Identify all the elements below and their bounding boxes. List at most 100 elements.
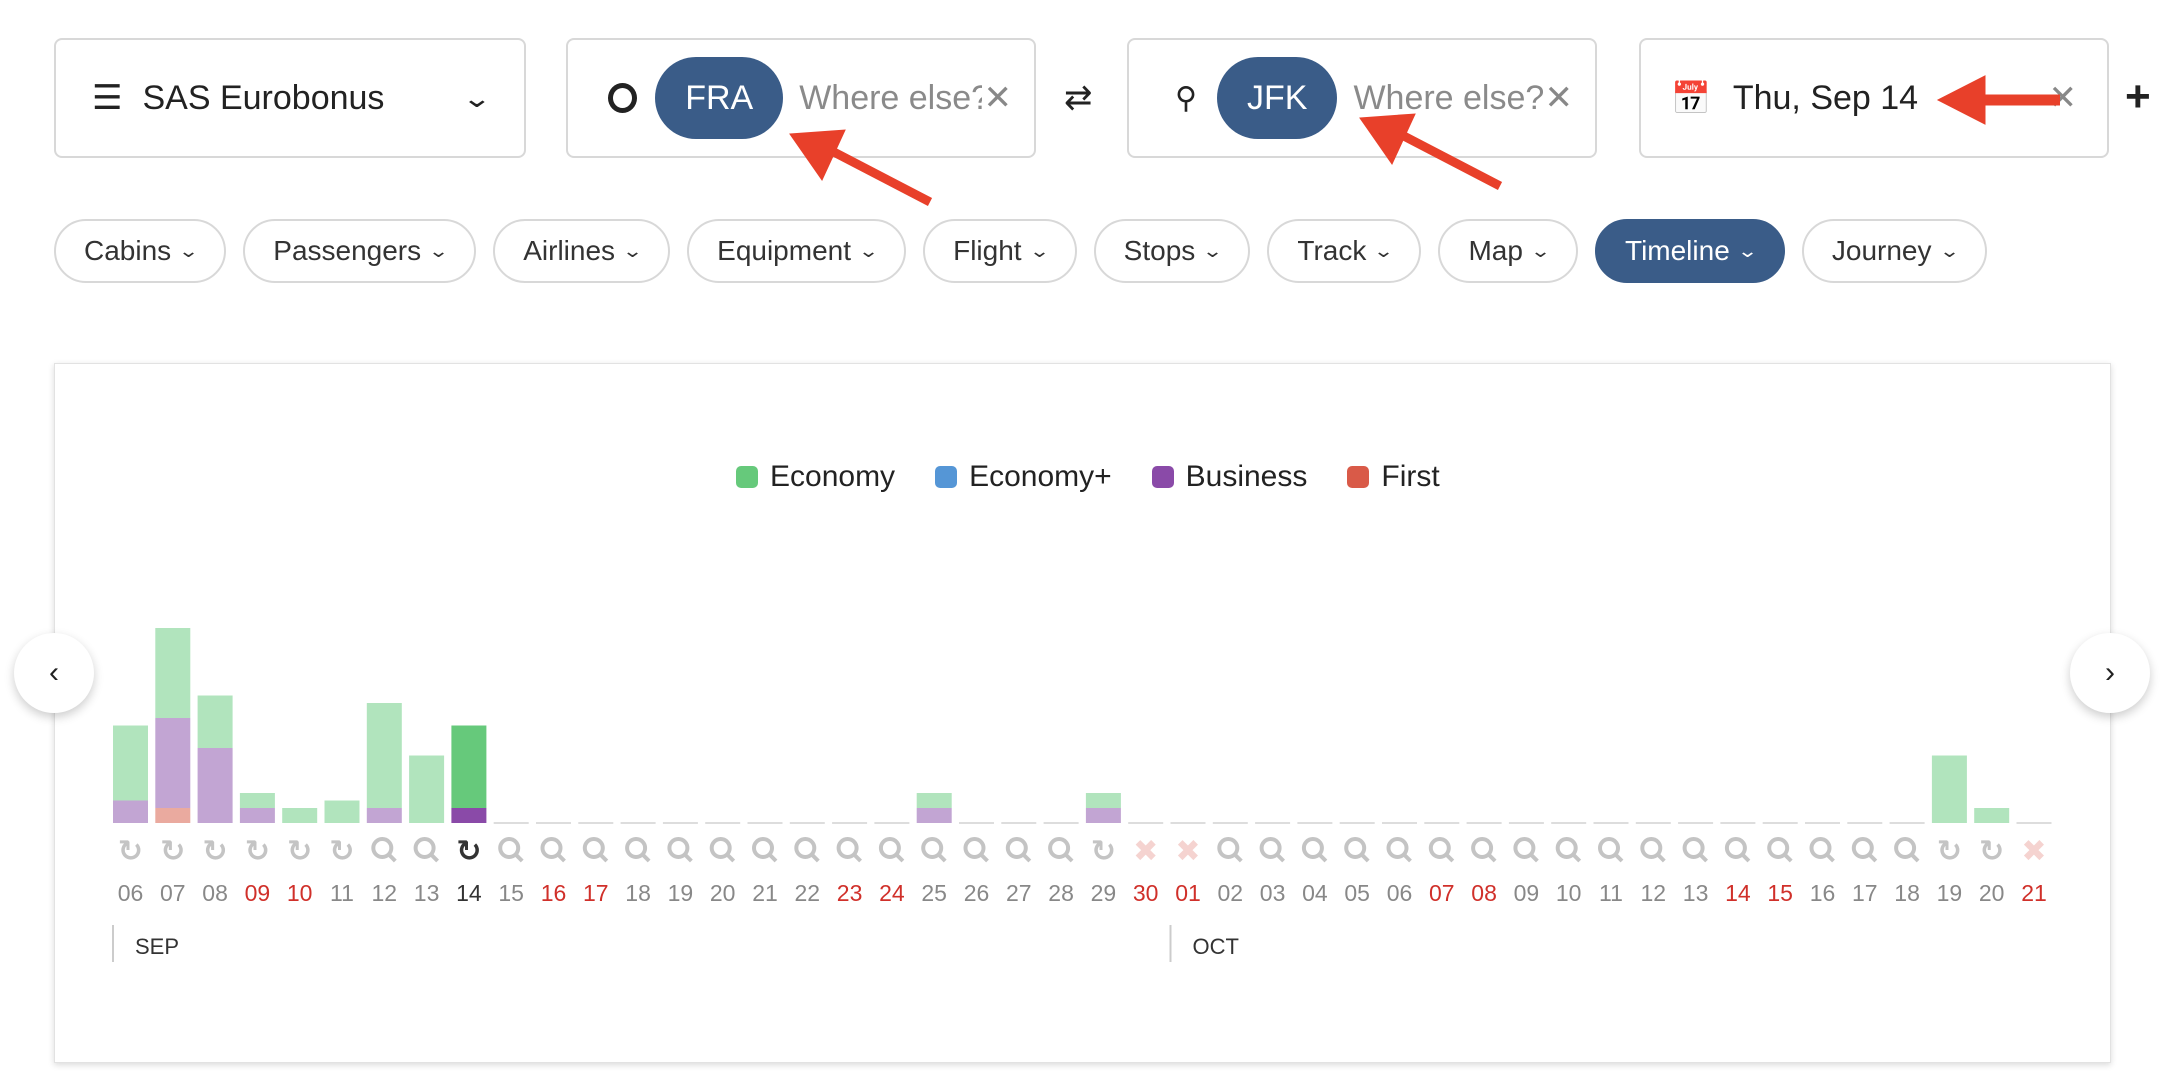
bar-business[interactable] — [239, 808, 275, 823]
day-label: 12 — [372, 880, 398, 906]
day-label: 19 — [1937, 880, 1963, 906]
search-icon[interactable] — [1555, 837, 1578, 859]
search-icon-handle — [726, 853, 736, 863]
search-icon-handle — [1868, 853, 1878, 863]
search-icon-handle — [1741, 853, 1751, 863]
day-label: 09 — [245, 880, 271, 906]
day-label: 11 — [1599, 880, 1623, 906]
search-icon[interactable] — [582, 837, 605, 859]
search-icon[interactable] — [1767, 837, 1790, 859]
search-icon[interactable] — [963, 837, 986, 859]
search-icon[interactable] — [1724, 837, 1747, 859]
search-icon[interactable] — [794, 837, 817, 859]
search-icon[interactable] — [1809, 837, 1832, 859]
bar-economy[interactable] — [282, 808, 318, 823]
search-icon[interactable] — [1386, 837, 1409, 859]
bar-economy[interactable] — [324, 800, 360, 824]
bar-economy[interactable] — [1085, 793, 1121, 808]
search-icon[interactable] — [1640, 837, 1663, 859]
day-label: 10 — [287, 880, 313, 906]
search-icon[interactable] — [1598, 837, 1620, 859]
refresh-icon[interactable]: ↻ — [287, 834, 312, 869]
search-icon-handle — [1487, 853, 1497, 863]
bar-economy[interactable] — [1974, 808, 2010, 823]
refresh-icon[interactable]: ↻ — [456, 834, 481, 869]
bar-economy[interactable] — [1931, 755, 1967, 824]
search-icon[interactable] — [752, 837, 774, 859]
unavailable-icon: ✖ — [1175, 834, 1200, 869]
search-icon[interactable] — [1851, 837, 1874, 859]
search-icon[interactable] — [625, 837, 648, 859]
refresh-icon[interactable]: ↻ — [1979, 834, 2004, 869]
day-label: 12 — [1641, 880, 1667, 906]
search-icon[interactable] — [878, 837, 901, 859]
bar-business[interactable] — [113, 800, 148, 824]
search-icon-handle — [1910, 853, 1920, 863]
search-icon[interactable] — [921, 837, 944, 859]
bar-business[interactable] — [451, 808, 487, 823]
refresh-icon[interactable]: ↻ — [1937, 834, 1962, 869]
bar-economy[interactable] — [409, 755, 445, 824]
search-icon-handle — [937, 853, 947, 863]
bar-business[interactable] — [1085, 808, 1121, 823]
bar-economy[interactable] — [239, 793, 275, 808]
bar-economy[interactable] — [451, 725, 487, 809]
annotation-arrows — [789, 75, 2060, 206]
search-icon-handle — [1826, 853, 1835, 863]
search-icon[interactable] — [1513, 837, 1536, 859]
refresh-icon[interactable]: ↻ — [203, 834, 228, 869]
bar-business[interactable] — [366, 808, 402, 823]
search-icon[interactable] — [836, 837, 859, 859]
search-icon-handle — [430, 853, 440, 863]
bar-economy[interactable] — [366, 703, 402, 808]
day-label: 14 — [456, 880, 482, 906]
day-label: 01 — [1175, 880, 1201, 906]
unavailable-icon: ✖ — [1133, 834, 1158, 869]
search-icon[interactable] — [1259, 837, 1282, 859]
bar-business[interactable] — [155, 718, 191, 808]
refresh-icon[interactable]: ↻ — [1091, 834, 1116, 869]
bar-economy[interactable] — [155, 628, 191, 718]
search-icon[interactable] — [1048, 837, 1071, 859]
refresh-icon[interactable]: ↻ — [118, 834, 143, 869]
refresh-icon[interactable]: ↻ — [160, 834, 185, 869]
search-icon[interactable] — [667, 837, 690, 859]
prev-page-button[interactable]: ‹ — [14, 633, 94, 713]
day-label: 20 — [1979, 880, 2005, 906]
search-icon[interactable] — [413, 837, 436, 859]
bar-economy[interactable] — [113, 725, 148, 801]
day-label: 04 — [1302, 880, 1328, 906]
search-icon[interactable] — [1301, 837, 1324, 859]
day-label: 02 — [1218, 880, 1244, 906]
day-label: 15 — [1767, 880, 1793, 906]
search-icon[interactable] — [1471, 837, 1494, 859]
refresh-icon[interactable]: ↻ — [245, 834, 270, 869]
search-icon[interactable] — [1217, 837, 1240, 859]
day-label: 17 — [583, 880, 609, 906]
search-icon-handle — [1318, 853, 1328, 863]
bar-economy[interactable] — [916, 793, 952, 808]
day-label: 08 — [202, 880, 228, 906]
search-icon[interactable] — [1894, 837, 1917, 859]
search-icon[interactable] — [1344, 837, 1367, 859]
search-icon-handle — [853, 853, 863, 863]
bar-business[interactable] — [197, 748, 233, 823]
month-label: SEP — [135, 934, 179, 959]
search-icon-handle — [1064, 853, 1074, 863]
search-icon[interactable] — [1428, 837, 1451, 859]
search-icon[interactable] — [371, 837, 394, 859]
annotation-arrow — [789, 75, 2060, 206]
search-icon[interactable] — [498, 837, 521, 859]
bar-first[interactable] — [155, 808, 191, 823]
search-icon[interactable] — [540, 837, 563, 859]
day-label: 22 — [795, 880, 821, 906]
bar-business[interactable] — [916, 808, 952, 823]
search-icon[interactable] — [709, 837, 732, 859]
next-page-button[interactable]: › — [2070, 633, 2150, 713]
day-label: 11 — [330, 880, 354, 906]
day-label: 13 — [1683, 880, 1709, 906]
bar-economy[interactable] — [197, 695, 233, 749]
refresh-icon[interactable]: ↻ — [329, 834, 354, 869]
search-icon[interactable] — [1005, 837, 1028, 859]
search-icon[interactable] — [1682, 837, 1705, 859]
